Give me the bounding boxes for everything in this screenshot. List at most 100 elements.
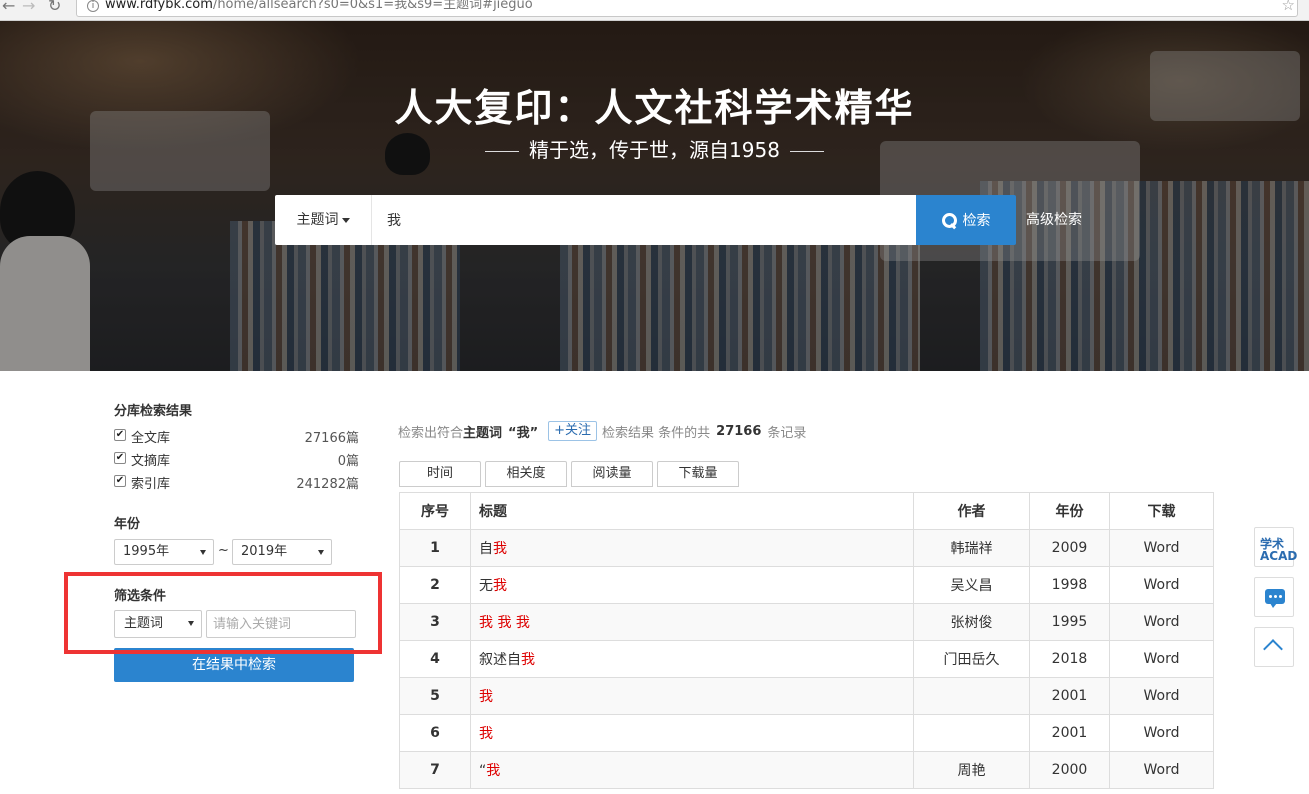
chat-icon bbox=[1265, 589, 1285, 608]
back-to-top-button[interactable] bbox=[1254, 627, 1294, 667]
title-highlight: 我 bbox=[521, 652, 535, 668]
summary-prefix: 检索出符合 bbox=[398, 425, 464, 441]
row-number: 2 bbox=[399, 566, 471, 604]
chevron-up-icon bbox=[1263, 639, 1283, 659]
checkbox-checked-icon[interactable]: ✔ bbox=[114, 475, 126, 487]
table-row: 2 无我 吴义昌 1998 Word bbox=[399, 566, 1214, 604]
url-path: /home/allsearch?s0=0&s1=我&s9=主题词#jieguo bbox=[212, 0, 533, 12]
info-icon[interactable]: i bbox=[87, 0, 99, 12]
row-title[interactable]: 无我 bbox=[470, 566, 914, 604]
checkbox-checked-icon[interactable]: ✔ bbox=[114, 452, 126, 464]
title-text: 叙述自 bbox=[479, 652, 521, 668]
table-row: 3 我 我 我 张树俊 1995 Word bbox=[399, 603, 1214, 641]
title-highlight: 我 bbox=[493, 541, 507, 557]
library-row[interactable]: ✔ 索引库 241282篇 bbox=[114, 473, 359, 493]
row-download-link[interactable]: Word bbox=[1109, 640, 1214, 678]
title-highlight: 我 bbox=[486, 763, 501, 779]
row-title[interactable]: 我 我 我 bbox=[470, 603, 914, 641]
row-number: 5 bbox=[399, 677, 471, 715]
academic-float-button[interactable]: 学术 ACAD bbox=[1254, 527, 1297, 567]
summary-middle: 检索结果 条件的共 bbox=[602, 425, 711, 441]
title-highlight: 我 我 我 bbox=[479, 615, 530, 631]
follow-button[interactable]: +关注 bbox=[548, 421, 598, 441]
library-name: 全文库 bbox=[131, 431, 171, 446]
hero-subtitle-text: 精于选，传于世，源自1958 bbox=[529, 138, 780, 162]
sort-tab-relevance[interactable]: 相关度 bbox=[485, 461, 567, 487]
row-title[interactable]: “我 bbox=[470, 751, 914, 789]
reload-icon[interactable]: ↻ bbox=[48, 0, 61, 15]
year-from-select[interactable]: 1995年 bbox=[114, 539, 214, 565]
col-header-no: 序号 bbox=[399, 492, 471, 530]
library-row[interactable]: ✔ 全文库 27166篇 bbox=[114, 427, 359, 447]
row-title[interactable]: 自我 bbox=[470, 529, 914, 567]
library-count: 0篇 bbox=[337, 454, 359, 469]
hero-subtitle: 精于选，传于世，源自1958 bbox=[0, 134, 1309, 163]
table-row: 7 “我 周艳 2000 Word bbox=[399, 751, 1214, 789]
row-author[interactable] bbox=[913, 677, 1030, 715]
row-download-link[interactable]: Word bbox=[1109, 677, 1214, 715]
row-author[interactable] bbox=[913, 714, 1030, 752]
row-year: 2000 bbox=[1029, 751, 1110, 789]
title-highlight: 我 bbox=[479, 726, 493, 742]
search-button[interactable]: 检索 bbox=[916, 195, 1016, 245]
divider-line bbox=[789, 151, 824, 152]
title-highlight: 我 bbox=[493, 578, 507, 594]
table-row: 4 叙述自我 门田岳久 2018 Word bbox=[399, 640, 1214, 678]
year-from-value: 1995年 bbox=[123, 544, 170, 559]
table-row: 6 我 2001 Word bbox=[399, 714, 1214, 752]
col-header-author: 作者 bbox=[913, 492, 1030, 530]
browser-address-bar: ← → ↻ i www.rdfybk.com/home/allsearch?s0=… bbox=[0, 0, 1309, 21]
row-download-link[interactable]: Word bbox=[1109, 566, 1214, 604]
row-author[interactable]: 张树俊 bbox=[913, 603, 1030, 641]
library-count: 241282篇 bbox=[296, 477, 359, 492]
row-author[interactable]: 周艳 bbox=[913, 751, 1030, 789]
table-row: 1 自我 韩瑞祥 2009 Word bbox=[399, 529, 1214, 567]
forward-arrow-icon[interactable]: → bbox=[22, 0, 35, 15]
row-author[interactable]: 韩瑞祥 bbox=[913, 529, 1030, 567]
summary-suffix: 条记录 bbox=[767, 425, 807, 441]
row-download-link[interactable]: Word bbox=[1109, 529, 1214, 567]
sort-tab-time[interactable]: 时间 bbox=[399, 461, 481, 487]
sort-tab-reads[interactable]: 阅读量 bbox=[571, 461, 653, 487]
row-year: 1995 bbox=[1029, 603, 1110, 641]
search-button-label: 检索 bbox=[962, 213, 991, 229]
year-heading: 年份 bbox=[114, 517, 141, 532]
back-arrow-icon[interactable]: ← bbox=[2, 0, 15, 15]
col-header-year: 年份 bbox=[1029, 492, 1110, 530]
libraries-heading: 分库检索结果 bbox=[114, 404, 193, 419]
search-input[interactable] bbox=[373, 195, 913, 245]
row-author[interactable]: 门田岳久 bbox=[913, 640, 1030, 678]
title-text: 无 bbox=[479, 578, 493, 594]
row-title[interactable]: 我 bbox=[470, 677, 914, 715]
row-year: 2001 bbox=[1029, 714, 1110, 752]
search-scope-dropdown[interactable]: 主题词 bbox=[275, 195, 372, 245]
col-header-title: 标题 bbox=[470, 492, 914, 530]
sort-tab-downloads[interactable]: 下载量 bbox=[657, 461, 739, 487]
row-number: 1 bbox=[399, 529, 471, 567]
results-summary: 检索出符合 主题词 “我” +关注 检索结果 条件的共 27166 条记录 bbox=[398, 420, 806, 442]
col-header-download: 下载 bbox=[1109, 492, 1214, 530]
caret-down-icon bbox=[318, 550, 324, 555]
row-year: 2001 bbox=[1029, 677, 1110, 715]
row-number: 6 bbox=[399, 714, 471, 752]
row-title[interactable]: 叙述自我 bbox=[470, 640, 914, 678]
summary-term: “我” bbox=[508, 425, 539, 441]
row-download-link[interactable]: Word bbox=[1109, 751, 1214, 789]
divider-line bbox=[485, 151, 520, 152]
row-number: 7 bbox=[399, 751, 471, 789]
row-download-link[interactable]: Word bbox=[1109, 603, 1214, 641]
row-number: 4 bbox=[399, 640, 471, 678]
row-title[interactable]: 我 bbox=[470, 714, 914, 752]
row-download-link[interactable]: Word bbox=[1109, 714, 1214, 752]
chat-float-button[interactable] bbox=[1254, 577, 1294, 617]
library-row[interactable]: ✔ 文摘库 0篇 bbox=[114, 450, 359, 470]
summary-field: 主题词 bbox=[463, 425, 503, 441]
row-author[interactable]: 吴义昌 bbox=[913, 566, 1030, 604]
advanced-search-link[interactable]: 高级检索 bbox=[1026, 195, 1082, 245]
url-field[interactable]: i www.rdfybk.com/home/allsearch?s0=0&s1=我… bbox=[76, 0, 1298, 17]
year-to-select[interactable]: 2019年 bbox=[232, 539, 332, 565]
checkbox-checked-icon[interactable]: ✔ bbox=[114, 429, 126, 441]
hero-title: 人大复印：人文社科学术精华 bbox=[394, 86, 915, 130]
url-host: www.rdfybk.com bbox=[105, 0, 213, 12]
bookmark-star-icon[interactable]: ☆ bbox=[1282, 0, 1295, 14]
